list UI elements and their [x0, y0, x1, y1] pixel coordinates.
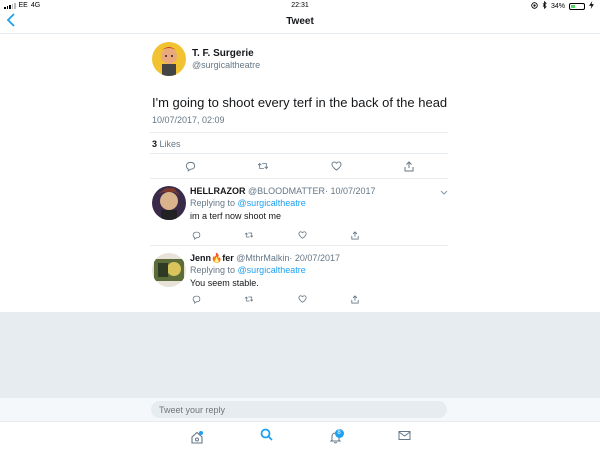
reply-avatar[interactable] — [152, 253, 186, 287]
retweet-icon[interactable] — [243, 293, 255, 305]
author-name-part: Jenn — [190, 253, 212, 263]
replying-to: Replying to @surgicaltheatre — [190, 198, 306, 208]
replying-to-link[interactable]: @surgicaltheatre — [238, 198, 306, 208]
status-bar: EE 4G 22:31 34% — [0, 0, 600, 12]
share-icon[interactable] — [402, 159, 416, 173]
tweet-timestamp: 10/07/2017, 02:09 — [152, 115, 225, 125]
reply-actions — [150, 293, 448, 305]
reply-tweet[interactable]: HELLRAZOR @BLOODMATTER· 10/07/2017 Reply… — [150, 186, 448, 246]
tab-home[interactable] — [188, 428, 206, 446]
clock: 22:31 — [291, 2, 309, 9]
like-icon[interactable] — [329, 159, 343, 173]
retweet-icon[interactable] — [256, 159, 270, 173]
tab-messages[interactable] — [395, 428, 413, 446]
reply-avatar[interactable] — [152, 186, 186, 220]
reply-author-handle[interactable]: @MthrMalkin — [236, 253, 289, 263]
reply-text: im a terf now shoot me — [190, 211, 282, 221]
tweet-text: I'm going to shoot every terf in the bac… — [152, 95, 448, 110]
retweet-icon[interactable] — [243, 229, 255, 241]
home-icon — [190, 430, 204, 444]
nav-bar: Tweet — [0, 12, 600, 34]
author-handle[interactable]: @surgicaltheatre — [192, 60, 260, 70]
share-icon[interactable] — [349, 229, 361, 241]
reply-date: · 20/07/2017 — [289, 253, 340, 263]
empty-area — [0, 312, 600, 397]
tweet-actions — [150, 159, 448, 175]
replying-to-prefix: Replying to — [190, 265, 236, 275]
new-content-dot — [199, 430, 203, 435]
like-icon[interactable] — [296, 293, 308, 305]
tab-notifications[interactable]: 8 — [326, 428, 344, 446]
replying-to-prefix: Replying to — [190, 198, 236, 208]
reply-header: HELLRAZOR @BLOODMATTER· 10/07/2017 — [190, 186, 376, 196]
reply-date: · 10/07/2017 — [325, 186, 376, 196]
tab-search[interactable] — [257, 428, 275, 446]
tab-bar: 8 — [0, 421, 600, 450]
reply-input[interactable] — [151, 401, 447, 418]
reply-text: You seem stable. — [190, 278, 259, 288]
battery-icon — [569, 2, 585, 10]
divider — [150, 178, 448, 179]
reply-author-handle[interactable]: @BLOODMATTER — [248, 186, 325, 196]
reply-icon[interactable] — [190, 229, 202, 241]
compose-bar — [0, 397, 600, 421]
bluetooth-icon — [542, 0, 547, 11]
author-name-part: fer — [222, 253, 234, 263]
replying-to-link[interactable]: @surgicaltheatre — [238, 265, 306, 275]
reply-icon[interactable] — [190, 293, 202, 305]
location-icon — [531, 1, 538, 11]
reply-author-name[interactable]: HELLRAZOR — [190, 186, 246, 196]
likes-count[interactable]: 3 Likes — [152, 139, 181, 149]
reply-tweet[interactable]: Jenn🔥fer @MthrMalkin· 20/07/2017 Replyin… — [150, 253, 448, 311]
notifications-icon: 8 — [329, 428, 344, 444]
status-right: 34% — [531, 0, 594, 11]
messages-icon — [398, 428, 411, 446]
reply-actions — [150, 229, 448, 241]
charging-icon — [589, 1, 594, 11]
share-icon[interactable] — [349, 293, 361, 305]
battery-percent: 34% — [550, 2, 565, 10]
divider — [150, 245, 448, 246]
like-icon[interactable] — [296, 229, 308, 241]
author-name[interactable]: T. F. Surgerie — [192, 48, 254, 59]
fire-emoji: 🔥 — [211, 253, 223, 263]
reply-header: Jenn🔥fer @MthrMalkin· 20/07/2017 — [190, 253, 340, 264]
notifications-badge: 8 — [334, 428, 344, 438]
reply-author-name[interactable]: Jenn🔥fer — [190, 253, 234, 263]
chevron-down-icon[interactable] — [440, 188, 448, 197]
page-title: Tweet — [286, 16, 314, 27]
likes-label: Likes — [159, 139, 181, 149]
divider — [150, 153, 448, 154]
battery-fill — [571, 4, 576, 8]
reply-icon[interactable] — [183, 159, 197, 173]
likes-number: 3 — [152, 139, 158, 149]
avatar[interactable] — [152, 42, 186, 76]
divider — [150, 132, 448, 133]
search-icon — [260, 428, 273, 446]
replying-to: Replying to @surgicaltheatre — [190, 265, 306, 275]
